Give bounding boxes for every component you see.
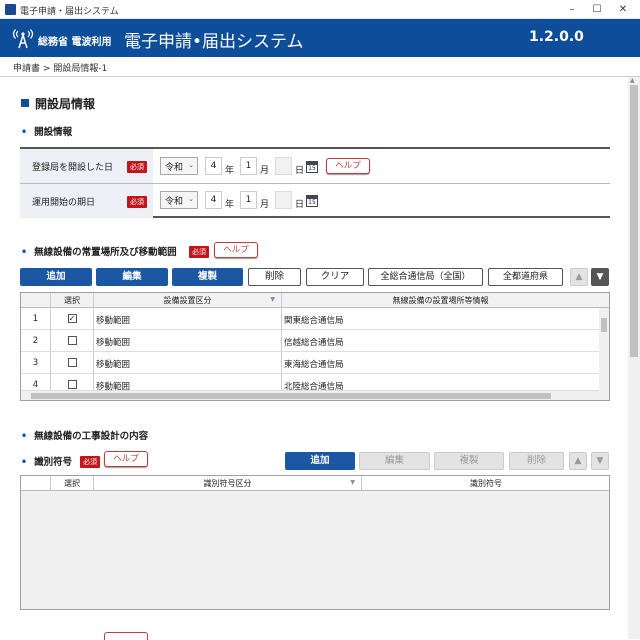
edit-button[interactable]: 編集 bbox=[96, 268, 168, 286]
day-unit: 日 bbox=[295, 166, 305, 176]
move-up-button[interactable]: ▲ bbox=[570, 268, 588, 286]
table-row[interactable]: 4 移動範囲 北陸総合通信局 bbox=[21, 374, 599, 391]
row-checkbox[interactable]: ✓ bbox=[67, 314, 77, 323]
add-button[interactable]: 追加 bbox=[20, 268, 92, 286]
minimize-button[interactable]: – bbox=[560, 2, 584, 17]
app-header: 総務省 電波利用 電子申請•届出システム 1.2.0.0 bbox=[0, 19, 640, 57]
required-badge: 必須 bbox=[127, 161, 147, 173]
day-input[interactable] bbox=[275, 157, 292, 175]
help-button[interactable]: ヘルプ bbox=[104, 451, 148, 467]
era-select[interactable]: 令和 ⌄ bbox=[160, 157, 198, 175]
month-input[interactable]: 1 bbox=[240, 157, 257, 175]
year-unit: 年 bbox=[225, 200, 235, 210]
chevron-down-icon: ⌄ bbox=[188, 161, 194, 169]
window-titlebar: 電子申請・届出システム – ☐ ✕ bbox=[0, 0, 640, 19]
org-label: 総務省 電波利用 bbox=[38, 37, 112, 48]
call-sign-grid: 選択 識別符号区分 ▼ 識別符号 bbox=[20, 475, 610, 610]
maximize-button[interactable]: ☐ bbox=[585, 2, 609, 17]
all-prefectures-button[interactable]: 全都道府県 bbox=[488, 268, 563, 286]
close-button[interactable]: ✕ bbox=[611, 2, 635, 17]
move-down-button[interactable]: ▼ bbox=[591, 452, 609, 470]
move-up-button[interactable]: ▲ bbox=[569, 452, 587, 470]
form-row-opening-date: 登録局を開設した日 必須 令和 ⌄ 4 年 1 月 日 15 ヘルプ bbox=[20, 149, 610, 183]
column-header-call-sign-type[interactable]: 識別符号区分 ▼ bbox=[94, 476, 362, 490]
copy-button[interactable]: 複製 bbox=[172, 268, 243, 286]
copy-button[interactable]: 複製 bbox=[434, 452, 504, 470]
column-header-select[interactable]: 選択 bbox=[51, 293, 94, 307]
breadcrumb: 申請書 > 開設局情報-1 bbox=[0, 57, 640, 77]
section-location-title: • 無線設備の常置場所及び移動範囲 bbox=[21, 247, 177, 258]
delete-button[interactable]: 削除 bbox=[248, 268, 301, 286]
edit-button[interactable]: 編集 bbox=[359, 452, 430, 470]
clear-button[interactable]: クリア bbox=[306, 268, 364, 286]
table-row[interactable]: 1 ✓ 移動範囲 関東総合通信局 bbox=[21, 308, 599, 330]
all-bureaus-button[interactable]: 全総合通信局（全国） bbox=[368, 268, 483, 286]
section-opening-info-title: • 開設情報 bbox=[21, 127, 73, 138]
required-badge: 必須 bbox=[189, 246, 209, 258]
field-label: 運用開始の期日 必須 bbox=[20, 184, 153, 218]
calendar-icon[interactable]: 15 bbox=[306, 161, 318, 173]
version-label: 1.2.0.0 bbox=[529, 29, 584, 45]
sort-icon: ▼ bbox=[270, 296, 275, 303]
required-badge: 必須 bbox=[127, 196, 147, 208]
month-unit: 月 bbox=[260, 200, 270, 210]
era-select[interactable]: 令和 ⌄ bbox=[160, 191, 198, 209]
window-title: 電子申請・届出システム bbox=[20, 7, 119, 17]
page-scrollbar-thumb[interactable] bbox=[630, 85, 638, 357]
scroll-up-icon[interactable]: ▲ bbox=[630, 77, 635, 84]
grid-horizontal-scrollbar[interactable] bbox=[21, 391, 609, 400]
day-unit: 日 bbox=[295, 200, 305, 210]
column-header-call-sign[interactable]: 識別符号 bbox=[362, 476, 609, 490]
column-header-location-info[interactable]: 無線設備の設置場所等情報 bbox=[282, 293, 599, 307]
column-header-type[interactable]: 設備設置区分 ▼ bbox=[94, 293, 282, 307]
grid-header: 選択 識別符号区分 ▼ 識別符号 bbox=[21, 476, 609, 491]
page-scrollbar[interactable]: ▲ bbox=[628, 77, 640, 639]
column-header-select[interactable]: 選択 bbox=[51, 476, 94, 490]
required-badge: 必須 bbox=[80, 456, 100, 468]
table-row[interactable]: 3 移動範囲 東海総合通信局 bbox=[21, 352, 599, 374]
section-design-title: • 無線設備の工事設計の内容 bbox=[21, 431, 149, 442]
sort-icon: ▼ bbox=[350, 479, 355, 486]
month-input[interactable]: 1 bbox=[240, 191, 257, 209]
day-input[interactable] bbox=[275, 191, 292, 209]
row-checkbox[interactable] bbox=[67, 380, 77, 389]
square-bullet-icon bbox=[21, 99, 29, 107]
location-grid: 選択 設備設置区分 ▼ 無線設備の設置場所等情報 1 ✓ 移動範囲 関東総合通信局… bbox=[20, 292, 610, 401]
opening-info-form: 登録局を開設した日 必須 令和 ⌄ 4 年 1 月 日 15 ヘルプ 運用開始の期日… bbox=[20, 147, 610, 218]
row-checkbox[interactable] bbox=[67, 358, 77, 367]
help-button[interactable]: ヘルプ bbox=[214, 242, 258, 258]
page-title: 開設局情報 bbox=[21, 95, 95, 112]
delete-button[interactable]: 削除 bbox=[509, 452, 564, 470]
field-label: 登録局を開設した日 必須 bbox=[20, 149, 153, 183]
radio-tower-icon bbox=[12, 29, 34, 49]
month-unit: 月 bbox=[260, 166, 270, 176]
system-title: 電子申請•届出システム bbox=[124, 32, 304, 52]
year-input[interactable]: 4 bbox=[205, 157, 222, 175]
chevron-down-icon: ⌄ bbox=[188, 195, 194, 203]
table-row[interactable]: 2 移動範囲 信越総合通信局 bbox=[21, 330, 599, 352]
grid-vertical-scrollbar[interactable] bbox=[599, 308, 609, 391]
help-button[interactable]: ヘルプ bbox=[326, 158, 370, 174]
breadcrumb-root[interactable]: 申請書 bbox=[13, 64, 40, 74]
form-row-operation-start-date: 運用開始の期日 必須 令和 ⌄ 4 年 1 月 日 15 bbox=[20, 184, 610, 218]
grid-header: 選択 設備設置区分 ▼ 無線設備の設置場所等情報 bbox=[21, 293, 609, 308]
breadcrumb-separator: > bbox=[42, 64, 51, 74]
move-down-button[interactable]: ▼ bbox=[591, 268, 609, 286]
calendar-icon[interactable]: 15 bbox=[306, 195, 318, 207]
section-call-sign-title: • 識別符号 bbox=[21, 457, 73, 468]
year-input[interactable]: 4 bbox=[205, 191, 222, 209]
year-unit: 年 bbox=[225, 166, 235, 176]
app-icon bbox=[5, 4, 16, 15]
add-button[interactable]: 追加 bbox=[285, 452, 355, 470]
row-checkbox[interactable] bbox=[67, 336, 77, 345]
breadcrumb-current: 開設局情報-1 bbox=[53, 64, 108, 74]
